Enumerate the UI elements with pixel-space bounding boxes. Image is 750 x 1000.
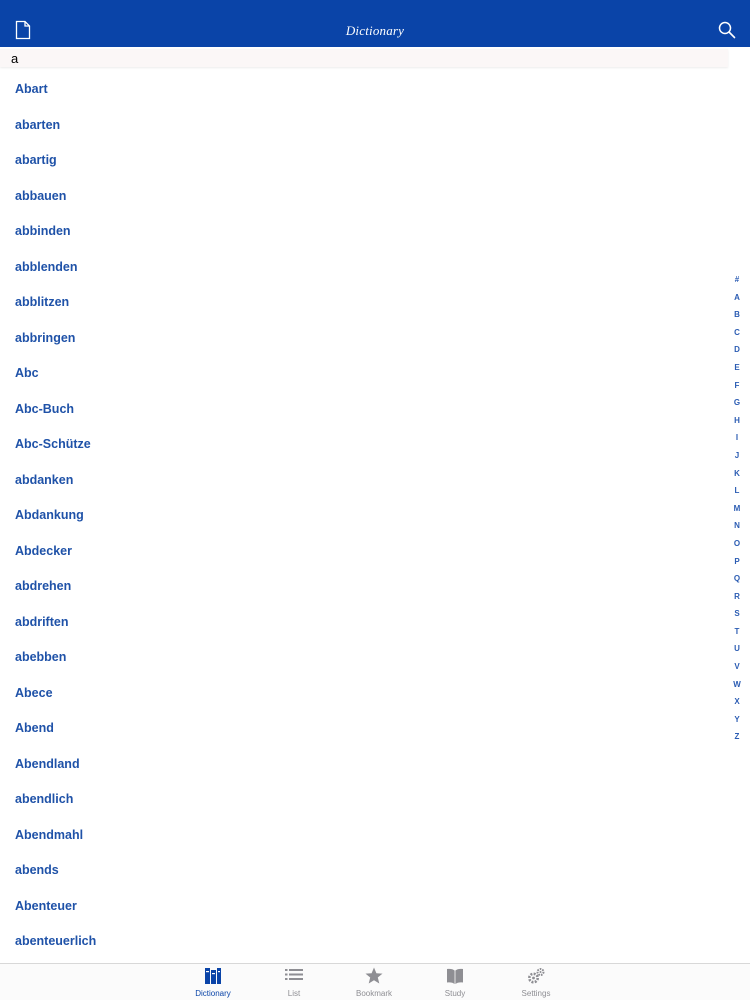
index-letter[interactable]: A [730,289,744,307]
index-letter[interactable]: J [730,447,744,465]
index-letter[interactable]: O [730,535,744,553]
index-letter[interactable]: F [730,377,744,395]
index-letter[interactable]: Q [730,570,744,588]
list-item[interactable]: abendlich [0,782,725,818]
tab-label: Bookmark [355,989,392,998]
tab-settings[interactable]: Settings [506,964,566,1000]
alphabet-index: # A B C D E F G H I J K L M N O P Q R S T U V W X Y Z [730,271,744,746]
search-input[interactable] [0,49,728,67]
list-item[interactable]: abdrehen [0,569,725,605]
index-letter[interactable]: U [730,640,744,658]
list-item[interactable]: Abece [0,676,725,712]
tab-label: Dictionary [195,989,231,998]
index-letter[interactable]: H [730,412,744,430]
tab-bookmark[interactable]: Bookmark [344,964,404,1000]
list-icon [285,969,303,980]
list-item[interactable]: abenteuerlich [0,924,725,960]
index-letter[interactable]: N [730,517,744,535]
star-icon [365,967,383,984]
index-letter[interactable]: X [730,693,744,711]
index-letter[interactable]: E [730,359,744,377]
list-item[interactable]: Abc [0,356,725,392]
list-item[interactable]: Abdecker [0,534,725,570]
index-letter[interactable]: Y [730,711,744,729]
list-item[interactable]: abebben [0,640,725,676]
tab-bar: Dictionary List Bookmark Study Settings [0,963,750,1000]
tab-label: Study [444,989,466,998]
tab-dictionary[interactable]: Dictionary [183,964,243,1000]
word-list: Abart abarten abartig abbauen abbinden abblen… [0,72,725,960]
page-title: Dictionary [345,23,405,38]
index-letter[interactable]: T [730,623,744,641]
list-item[interactable]: abarten [0,108,725,144]
list-item[interactable]: abbauen [0,179,725,215]
index-letter[interactable]: # [730,271,744,289]
index-letter[interactable]: B [730,306,744,324]
dictionary-books-icon [205,968,221,984]
list-item[interactable]: abdriften [0,605,725,641]
list-item[interactable]: Abc-Schütze [0,427,725,463]
gears-icon [528,968,545,984]
list-item[interactable]: Abc-Buch [0,392,725,428]
list-item[interactable]: abbinden [0,214,725,250]
list-item[interactable]: abends [0,853,725,889]
search-bar [0,47,750,69]
list-item[interactable]: abblenden [0,250,725,286]
index-letter[interactable]: G [730,394,744,412]
index-letter[interactable]: P [730,553,744,571]
tab-list[interactable]: List [264,964,324,1000]
dictionary-app: Dictionary Abartabartenabartigabbauenabb… [0,0,750,1000]
list-item[interactable]: abblitzen [0,285,725,321]
open-book-icon [447,968,463,984]
tab-study[interactable]: Study [425,964,485,1000]
list-item[interactable]: Abart [0,72,725,108]
list-item[interactable]: Abendland [0,747,725,783]
list-item[interactable]: abartig [0,143,725,179]
list-item[interactable]: abbringen [0,321,725,357]
tab-label: List [287,989,301,998]
index-letter[interactable]: M [730,500,744,518]
index-letter[interactable]: I [730,429,744,447]
search-icon[interactable] [718,21,736,39]
list-item[interactable]: Abenteuer [0,889,725,925]
index-letter[interactable]: C [730,324,744,342]
list-item[interactable]: Abend [0,711,725,747]
navigation-bar: Dictionary [0,0,750,47]
index-letter[interactable]: D [730,341,744,359]
list-item[interactable]: Abendmahl [0,818,725,854]
list-item[interactable]: abdanken [0,463,725,499]
index-letter[interactable]: S [730,605,744,623]
index-letter[interactable]: W [730,676,744,694]
index-letter[interactable]: Z [730,728,744,746]
list-item[interactable]: Abdankung [0,498,725,534]
index-letter[interactable]: R [730,588,744,606]
index-letter[interactable]: L [730,482,744,500]
index-letter[interactable]: K [730,465,744,483]
index-letter[interactable]: V [730,658,744,676]
tab-label: Settings [521,989,551,998]
